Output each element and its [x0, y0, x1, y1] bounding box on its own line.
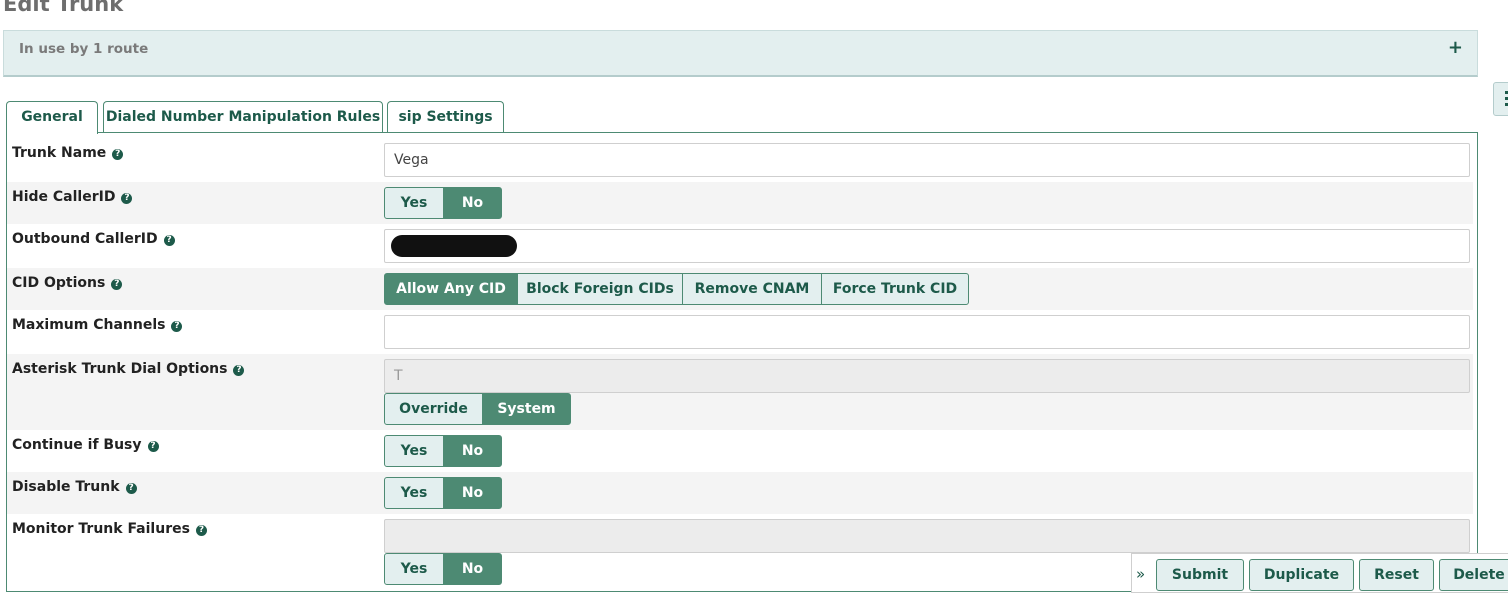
max-channels-input[interactable]: [384, 315, 1470, 349]
action-bar: » Submit Duplicate Reset Delete: [1131, 553, 1508, 593]
duplicate-button[interactable]: Duplicate: [1249, 559, 1354, 591]
redacted-value: [391, 235, 517, 257]
submit-button[interactable]: Submit: [1156, 559, 1244, 591]
reset-button[interactable]: Reset: [1359, 559, 1434, 591]
tab-dialed-number-rules[interactable]: Dialed Number Manipulation Rules: [103, 101, 383, 133]
hide-callerid-yes[interactable]: Yes: [384, 187, 444, 219]
help-icon[interactable]: ?: [121, 193, 133, 204]
monitor-failures-input[interactable]: [384, 519, 1470, 553]
continue-if-busy-yes[interactable]: Yes: [384, 435, 444, 467]
continue-if-busy-no[interactable]: No: [443, 435, 502, 467]
outbound-callerid-input[interactable]: [384, 229, 1470, 263]
help-icon[interactable]: ?: [233, 365, 245, 376]
max-channels-label: Maximum Channels: [12, 317, 166, 333]
row-disable-trunk: Disable Trunk?: [7, 472, 1473, 514]
help-icon[interactable]: ?: [163, 235, 175, 246]
side-menu-handle[interactable]: [1493, 82, 1508, 116]
row-continue-if-busy: Continue if Busy?: [7, 430, 1473, 472]
trunk-name-input[interactable]: Vega: [384, 143, 1470, 177]
help-icon[interactable]: ?: [111, 279, 123, 290]
hide-callerid-toggle: Yes No: [384, 187, 502, 219]
disable-trunk-no[interactable]: No: [443, 477, 502, 509]
row-hide-callerid: Hide CallerID?: [7, 182, 1473, 224]
dial-options-toggle: Override System: [384, 393, 571, 425]
hide-callerid-no[interactable]: No: [443, 187, 502, 219]
continue-if-busy-toggle: Yes No: [384, 435, 502, 467]
monitor-failures-no[interactable]: No: [443, 553, 502, 585]
monitor-failures-label: Monitor Trunk Failures: [12, 521, 190, 537]
trunk-name-label: Trunk Name: [12, 145, 107, 161]
monitor-failures-yes[interactable]: Yes: [384, 553, 444, 585]
monitor-failures-toggle: Yes No: [384, 553, 502, 585]
cid-options-label: CID Options: [12, 275, 106, 291]
disable-trunk-toggle: Yes No: [384, 477, 502, 509]
help-icon[interactable]: ?: [195, 525, 207, 536]
cid-allow-any[interactable]: Allow Any CID: [384, 273, 518, 305]
cid-force-trunk[interactable]: Force Trunk CID: [821, 273, 969, 305]
outbound-callerid-label: Outbound CallerID: [12, 231, 158, 247]
dial-options-label: Asterisk Trunk Dial Options: [12, 361, 228, 377]
disable-trunk-label: Disable Trunk: [12, 479, 120, 495]
tab-sip-settings[interactable]: sip Settings: [387, 101, 504, 133]
delete-button[interactable]: Delete: [1439, 559, 1508, 591]
cid-remove-cnam[interactable]: Remove CNAM: [682, 273, 822, 305]
usage-panel-text: In use by 1 route: [19, 41, 149, 57]
cid-block-foreign[interactable]: Block Foreign CIDs: [517, 273, 683, 305]
expand-plus-icon[interactable]: +: [1448, 37, 1463, 58]
continue-if-busy-label: Continue if Busy: [12, 437, 142, 453]
collapse-chevron-icon[interactable]: »: [1136, 565, 1145, 583]
hide-callerid-label: Hide CallerID: [12, 189, 116, 205]
tab-general[interactable]: General: [6, 101, 98, 134]
dial-options-override[interactable]: Override: [384, 393, 483, 425]
disable-trunk-yes[interactable]: Yes: [384, 477, 444, 509]
help-icon[interactable]: ?: [125, 483, 137, 494]
page-title: Edit Trunk: [3, 0, 124, 16]
usage-panel[interactable]: In use by 1 route +: [3, 30, 1478, 77]
help-icon[interactable]: ?: [147, 441, 159, 452]
help-icon[interactable]: ?: [171, 321, 183, 332]
dial-options-system[interactable]: System: [482, 393, 571, 425]
cid-options-group: Allow Any CID Block Foreign CIDs Remove …: [384, 273, 969, 305]
help-icon[interactable]: ?: [112, 149, 124, 160]
dial-options-input[interactable]: T: [384, 359, 1470, 393]
